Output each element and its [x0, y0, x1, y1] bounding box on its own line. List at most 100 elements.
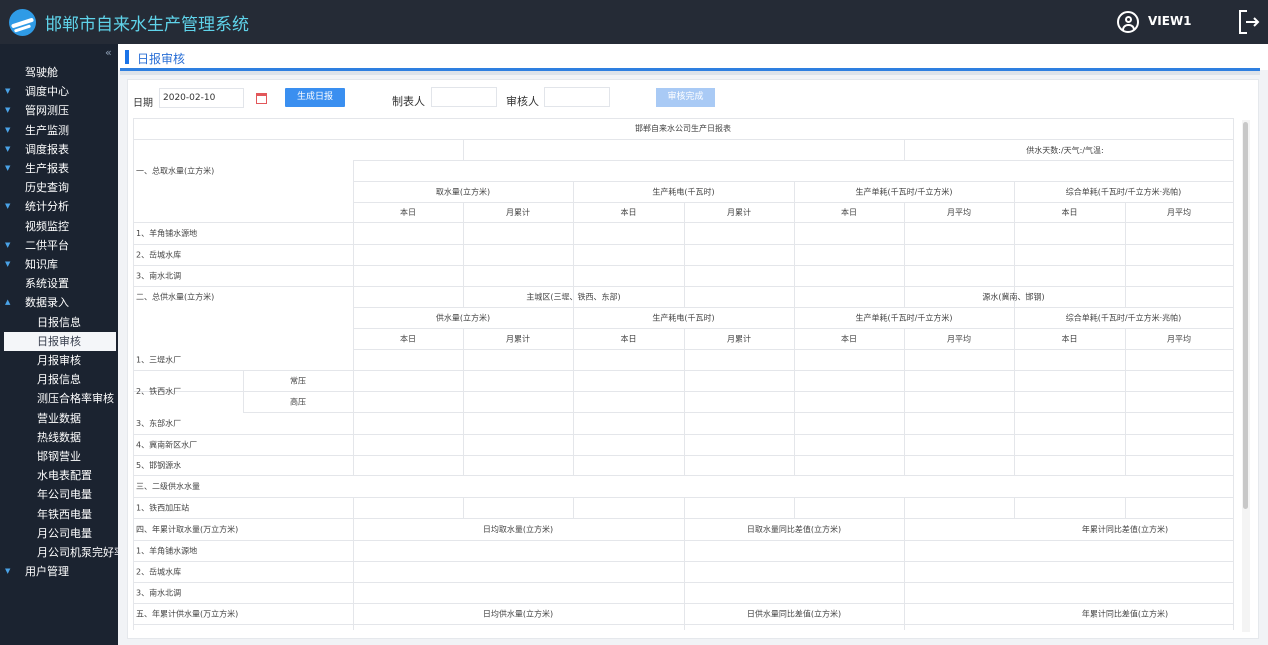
app-title: 邯郸市自来水生产管理系统	[45, 15, 249, 35]
row-header: 2、岳城水库	[136, 250, 181, 260]
maker-input[interactable]	[431, 87, 497, 107]
sidebar-item-label: 调度中心	[25, 85, 69, 99]
sidebar-item-label: 日报审核	[37, 334, 81, 348]
sidebar-item-label: 用户管理	[25, 565, 69, 579]
main-content: 日报审核 日期 2020-02-10 生成日报 制表人 审核人 审核完成 邯郸自…	[118, 44, 1268, 645]
region-header: 源水(冀南、邯钢)	[982, 292, 1044, 302]
caret-down-icon: ▼	[5, 87, 11, 96]
column-header: 本日	[1062, 334, 1078, 344]
sidebar-item[interactable]: ▼ 调度中心	[0, 82, 118, 101]
column-header: 本日	[1062, 207, 1078, 217]
caret-down-icon: ▼	[5, 144, 11, 153]
sidebar-item-label: 驾驶舱	[25, 66, 58, 79]
sidebar-item[interactable]: 历史查询	[0, 178, 118, 197]
date-label: 日期	[133, 98, 153, 109]
sidebar-item[interactable]: ▼ 用户管理	[0, 562, 118, 581]
caret-down-icon: ▼	[5, 164, 11, 172]
column-group-header: 供水量(立方米)	[436, 313, 490, 323]
table-scrollbar[interactable]	[1242, 120, 1250, 632]
tab-marker	[125, 50, 129, 64]
date-input[interactable]: 2020-02-10	[159, 88, 267, 108]
sidebar-item[interactable]: ▼ 二供平台	[0, 236, 118, 255]
sidebar-item[interactable]: 邯钢营业	[0, 447, 118, 466]
sidebar-item[interactable]: 视频监控	[0, 217, 118, 236]
row-header: 四、年累计取水量(万立方米)	[136, 524, 238, 534]
sidebar-item[interactable]: 测压合格率审核	[0, 389, 118, 408]
column-header: 月累计	[506, 334, 530, 344]
pressure-label: 常压	[290, 377, 306, 386]
sidebar-item[interactable]: 月报信息	[0, 370, 118, 389]
sidebar-item-label: 历史查询	[25, 181, 69, 195]
sidebar-item[interactable]: ▲ 数据录入	[0, 293, 118, 312]
sidebar-item-label: 邯钢营业	[37, 450, 81, 463]
sidebar-item[interactable]: ▼ 生产报表	[0, 159, 118, 178]
sidebar-item-label: 月公司电量	[37, 526, 92, 540]
sidebar-item[interactable]: 月公司电量	[0, 524, 118, 543]
sidebar-item[interactable]: 年铁西电量	[0, 505, 118, 524]
collapse-sidebar-icon[interactable]: «	[105, 46, 112, 59]
column-header: 年累计同比差值(立方米)	[1082, 524, 1168, 534]
sidebar-item-label: 热线数据	[37, 430, 81, 444]
row-header: 1、三堤水厂	[136, 355, 181, 365]
caret-down-icon: ▼	[5, 125, 11, 134]
sidebar-item-label: 营业数据	[37, 411, 81, 425]
generate-report-button[interactable]: 生成日报	[285, 88, 345, 107]
sidebar-item-label: 知识库	[25, 258, 58, 271]
column-header: 月累计	[506, 207, 530, 217]
column-group-header: 生产耗电(千瓦时)	[652, 313, 714, 323]
row-header: 2、铁西水厂	[136, 386, 181, 396]
column-header: 月累计	[727, 207, 751, 217]
sidebar-item-label: 年公司电量	[37, 488, 92, 502]
sidebar-item[interactable]: ▼ 统计分析	[0, 197, 118, 216]
column-group-header: 综合单耗(千瓦时/千立方米·兆帕)	[1066, 313, 1181, 323]
caret-down-icon: ▼	[5, 202, 11, 211]
column-header: 日均取水量(立方米)	[483, 524, 553, 534]
pressure-label: 高压	[290, 397, 306, 407]
scroll-thumb[interactable]	[1243, 122, 1248, 509]
date-value: 2020-02-10	[163, 93, 216, 103]
reviewer-input[interactable]	[544, 87, 610, 107]
sidebar-item[interactable]: 系统设置	[0, 274, 118, 293]
row-header: 五、年累计供水量(万立方米)	[136, 609, 238, 619]
column-header: 日供水量同比差值(立方米)	[747, 609, 841, 619]
daily-report-table: 邯郸自来水公司生产日报表 供水天数:/天气:/气温: 一、总取水量(立方米) 取水量(…	[133, 118, 1236, 630]
sidebar-item[interactable]: 日报信息	[0, 313, 118, 332]
sidebar-item[interactable]: 月报审核	[0, 351, 118, 370]
sidebar-item-label: 二供平台	[25, 238, 69, 252]
report-title: 邯郸自来水公司生产日报表	[635, 123, 731, 133]
reviewer-label: 审核人	[506, 95, 539, 108]
sidebar-item-label: 月公司机泵完好率	[37, 546, 118, 559]
sidebar-item[interactable]: 水电表配置	[0, 466, 118, 485]
sidebar-item[interactable]: 营业数据	[0, 409, 118, 428]
row-header: 二、总供水量(立方米)	[136, 292, 214, 302]
caret-down-icon: ▼	[5, 240, 11, 249]
user-avatar-icon[interactable]	[1117, 11, 1139, 33]
calendar-icon[interactable]	[256, 93, 267, 104]
review-complete-button[interactable]: 审核完成	[656, 88, 715, 107]
sidebar-item[interactable]: ▼ 调度报表	[0, 140, 118, 159]
caret-up-icon: ▲	[5, 298, 11, 307]
sidebar-item[interactable]: 日报审核	[4, 331, 116, 351]
column-header: 年累计同比差值(立方米)	[1082, 609, 1168, 619]
tab-divider	[120, 71, 1260, 75]
row-header: 2、岳城水库	[136, 567, 181, 577]
sidebar-item[interactable]: 年公司电量	[0, 485, 118, 504]
sidebar-item-label: 数据录入	[25, 296, 69, 310]
sidebar-item[interactable]: 驾驶舱	[0, 63, 118, 82]
sidebar-item[interactable]: ▼ 管网测压	[0, 101, 118, 120]
sidebar-item-label: 系统设置	[25, 277, 69, 291]
column-header: 月平均	[947, 334, 971, 344]
sidebar-item[interactable]: ▼ 知识库	[0, 255, 118, 274]
sidebar: « 驾驶舱 ▼ 调度中心 ▼ 管网测压 ▼ 生产监测 ▼ 调度报表 ▼ 生产报表历史查询 ▼ 统计分析视…	[0, 44, 118, 645]
user-name[interactable]: VIEW1	[1148, 14, 1192, 28]
logout-icon[interactable]	[1237, 9, 1261, 35]
sidebar-item-label: 月报审核	[37, 354, 81, 367]
sidebar-item[interactable]: ▼ 生产监测	[0, 121, 118, 140]
caret-down-icon: ▼	[5, 106, 11, 115]
sidebar-item-label: 日报信息	[37, 315, 81, 329]
sidebar-item[interactable]: 月公司机泵完好率	[0, 543, 118, 562]
column-header: 本日	[841, 334, 857, 344]
sidebar-item[interactable]: 热线数据	[0, 428, 118, 447]
column-header: 本日	[400, 207, 416, 217]
page-tab[interactable]: 日报审核	[118, 44, 1268, 70]
